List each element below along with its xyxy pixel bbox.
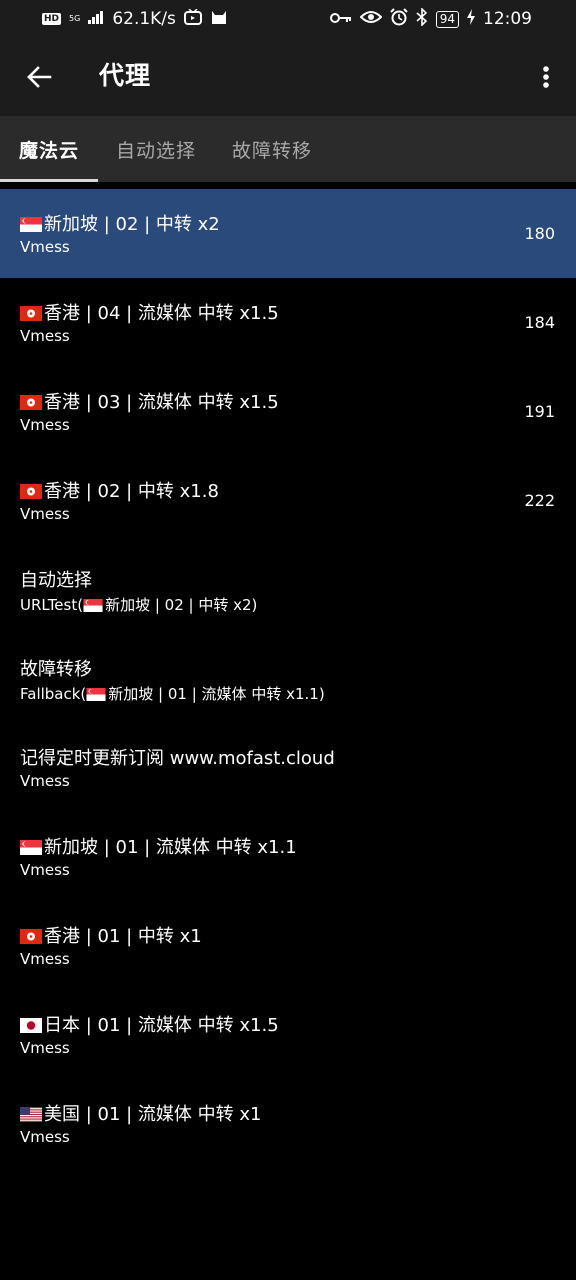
proxy-item[interactable]: 自动选择 URLTest( 新加坡 | 02 | 中转 x2) <box>0 545 576 634</box>
proxy-type: Vmess <box>20 772 70 790</box>
tab-auto-select[interactable]: 自动选择 <box>116 116 196 182</box>
singapore-flag-icon <box>20 217 42 232</box>
page-title: 代理 <box>99 61 152 90</box>
more-options-button[interactable] <box>536 62 556 92</box>
bluetooth-icon <box>416 6 428 31</box>
back-button[interactable] <box>24 62 54 92</box>
status-bar: HD 5G 62.1K/s 94 12:09 <box>0 0 576 38</box>
proxy-type-target: 新加坡 | 01 | 流媒体 中转 x1.1) <box>108 685 325 703</box>
proxy-type: Vmess <box>20 238 70 256</box>
proxy-type: Vmess <box>20 950 70 968</box>
singapore-flag-icon <box>83 599 103 612</box>
proxy-type: Vmess <box>20 861 70 879</box>
more-vert-icon <box>543 66 549 88</box>
proxy-name-text: 新加坡 | 01 | 流媒体 中转 x1.1 <box>44 837 297 858</box>
proxy-name: 香港 | 04 | 流媒体 中转 x1.5 <box>20 299 279 325</box>
proxy-item[interactable]: 日本 | 01 | 流媒体 中转 x1.5 Vmess <box>0 990 576 1079</box>
proxy-item[interactable]: 新加坡 | 01 | 流媒体 中转 x1.1 Vmess <box>0 812 576 901</box>
active-tab-indicator <box>0 179 98 182</box>
hd-icon: HD <box>42 13 62 25</box>
hong-kong-flag-icon <box>20 484 42 499</box>
proxy-type: Fallback( 新加坡 | 01 | 流媒体 中转 x1.1) <box>20 683 325 704</box>
proxy-name-text: 香港 | 01 | 中转 x1 <box>44 926 202 947</box>
proxy-type-text: Vmess <box>20 327 70 345</box>
proxy-item[interactable]: 美国 | 01 | 流媒体 中转 x1 Vmess <box>0 1079 576 1168</box>
proxy-list: 新加坡 | 02 | 中转 x2 Vmess 180 香港 | 04 | 流媒体 中转… <box>0 189 576 1168</box>
network-type: 5G <box>69 14 81 23</box>
network-speed: 62.1K/s <box>112 9 176 29</box>
proxy-name-text: 故障转移 <box>20 659 92 680</box>
proxy-name-text: 美国 | 01 | 流媒体 中转 x1 <box>44 1104 262 1125</box>
hong-kong-flag-icon <box>20 929 42 944</box>
tv-app-icon <box>183 7 202 30</box>
arrow-left-icon <box>27 66 52 88</box>
japan-flag-icon <box>20 1018 42 1033</box>
singapore-flag-icon <box>20 840 42 855</box>
eye-icon <box>359 9 383 29</box>
proxy-type-text: Vmess <box>20 772 70 790</box>
proxy-item[interactable]: 香港 | 04 | 流媒体 中转 x1.5 Vmess 184 <box>0 278 576 367</box>
proxy-type: Vmess <box>20 327 70 345</box>
proxy-type-prefix: URLTest( <box>20 596 84 614</box>
key-icon <box>329 9 352 29</box>
proxy-name-text: 自动选择 <box>20 570 92 591</box>
proxy-name: 新加坡 | 02 | 中转 x2 <box>20 210 220 236</box>
proxy-name: 香港 | 03 | 流媒体 中转 x1.5 <box>20 388 279 414</box>
latency-value: 180 <box>524 224 555 243</box>
proxy-type-text: Vmess <box>20 505 70 523</box>
tab-mofayun[interactable]: 魔法云 <box>19 116 79 182</box>
proxy-type: URLTest( 新加坡 | 02 | 中转 x2) <box>20 594 257 615</box>
proxy-type-prefix: Fallback( <box>20 685 87 703</box>
proxy-type-text: Vmess <box>20 950 70 968</box>
signal-icon <box>88 9 104 29</box>
group-tabs: 魔法云 自动选择 故障转移 <box>0 116 576 182</box>
proxy-name: 新加坡 | 01 | 流媒体 中转 x1.1 <box>20 833 297 859</box>
proxy-name-text: 香港 | 04 | 流媒体 中转 x1.5 <box>44 303 279 324</box>
proxy-item[interactable]: 香港 | 02 | 中转 x1.8 Vmess 222 <box>0 456 576 545</box>
hong-kong-flag-icon <box>20 395 42 410</box>
cat-app-icon <box>210 9 228 30</box>
tab-fallback[interactable]: 故障转移 <box>232 116 312 182</box>
proxy-name-text: 日本 | 01 | 流媒体 中转 x1.5 <box>44 1015 279 1036</box>
proxy-name-text: 香港 | 02 | 中转 x1.8 <box>44 481 219 502</box>
proxy-type: Vmess <box>20 1128 70 1146</box>
proxy-item[interactable]: 香港 | 03 | 流媒体 中转 x1.5 Vmess 191 <box>0 367 576 456</box>
charging-icon <box>467 8 475 30</box>
latency-value: 191 <box>524 402 555 421</box>
proxy-name: 美国 | 01 | 流媒体 中转 x1 <box>20 1100 261 1126</box>
battery-icon: 94 <box>435 10 459 28</box>
usa-flag-icon <box>20 1107 42 1122</box>
proxy-type: Vmess <box>20 416 70 434</box>
proxy-type-text: Vmess <box>20 416 70 434</box>
proxy-item[interactable]: 故障转移 Fallback( 新加坡 | 01 | 流媒体 中转 x1.1) <box>0 634 576 723</box>
hong-kong-flag-icon <box>20 306 42 321</box>
proxy-type-text: Vmess <box>20 1039 70 1057</box>
proxy-type: Vmess <box>20 505 70 523</box>
status-right: 94 12:09 <box>329 6 532 31</box>
proxy-name: 自动选择 <box>20 566 92 592</box>
proxy-type-target: 新加坡 | 02 | 中转 x2) <box>105 596 258 614</box>
proxy-type-text: Vmess <box>20 861 70 879</box>
proxy-name: 香港 | 02 | 中转 x1.8 <box>20 477 219 503</box>
singapore-flag-icon <box>86 688 106 701</box>
proxy-name-text: 香港 | 03 | 流媒体 中转 x1.5 <box>44 392 279 413</box>
app-bar: 代理 <box>0 38 576 116</box>
proxy-name-text: 记得定时更新订阅 www.mofast.cloud <box>20 748 335 769</box>
proxy-item[interactable]: 新加坡 | 02 | 中转 x2 Vmess 180 <box>0 189 576 278</box>
proxy-type-text: Vmess <box>20 1128 70 1146</box>
status-left: HD 5G 62.1K/s <box>42 7 228 30</box>
proxy-type-text: Vmess <box>20 238 70 256</box>
proxy-name: 香港 | 01 | 中转 x1 <box>20 922 202 948</box>
proxy-item[interactable]: 香港 | 01 | 中转 x1 Vmess <box>0 901 576 990</box>
proxy-item[interactable]: 记得定时更新订阅 www.mofast.cloud Vmess <box>0 723 576 812</box>
proxy-name: 记得定时更新订阅 www.mofast.cloud <box>20 744 335 770</box>
latency-value: 222 <box>524 491 555 510</box>
proxy-name-text: 新加坡 | 02 | 中转 x2 <box>44 214 220 235</box>
latency-value: 184 <box>524 313 555 332</box>
proxy-name: 故障转移 <box>20 655 92 681</box>
alarm-icon <box>390 7 408 31</box>
proxy-name: 日本 | 01 | 流媒体 中转 x1.5 <box>20 1011 279 1037</box>
proxy-type: Vmess <box>20 1039 70 1057</box>
clock: 12:09 <box>483 9 532 29</box>
